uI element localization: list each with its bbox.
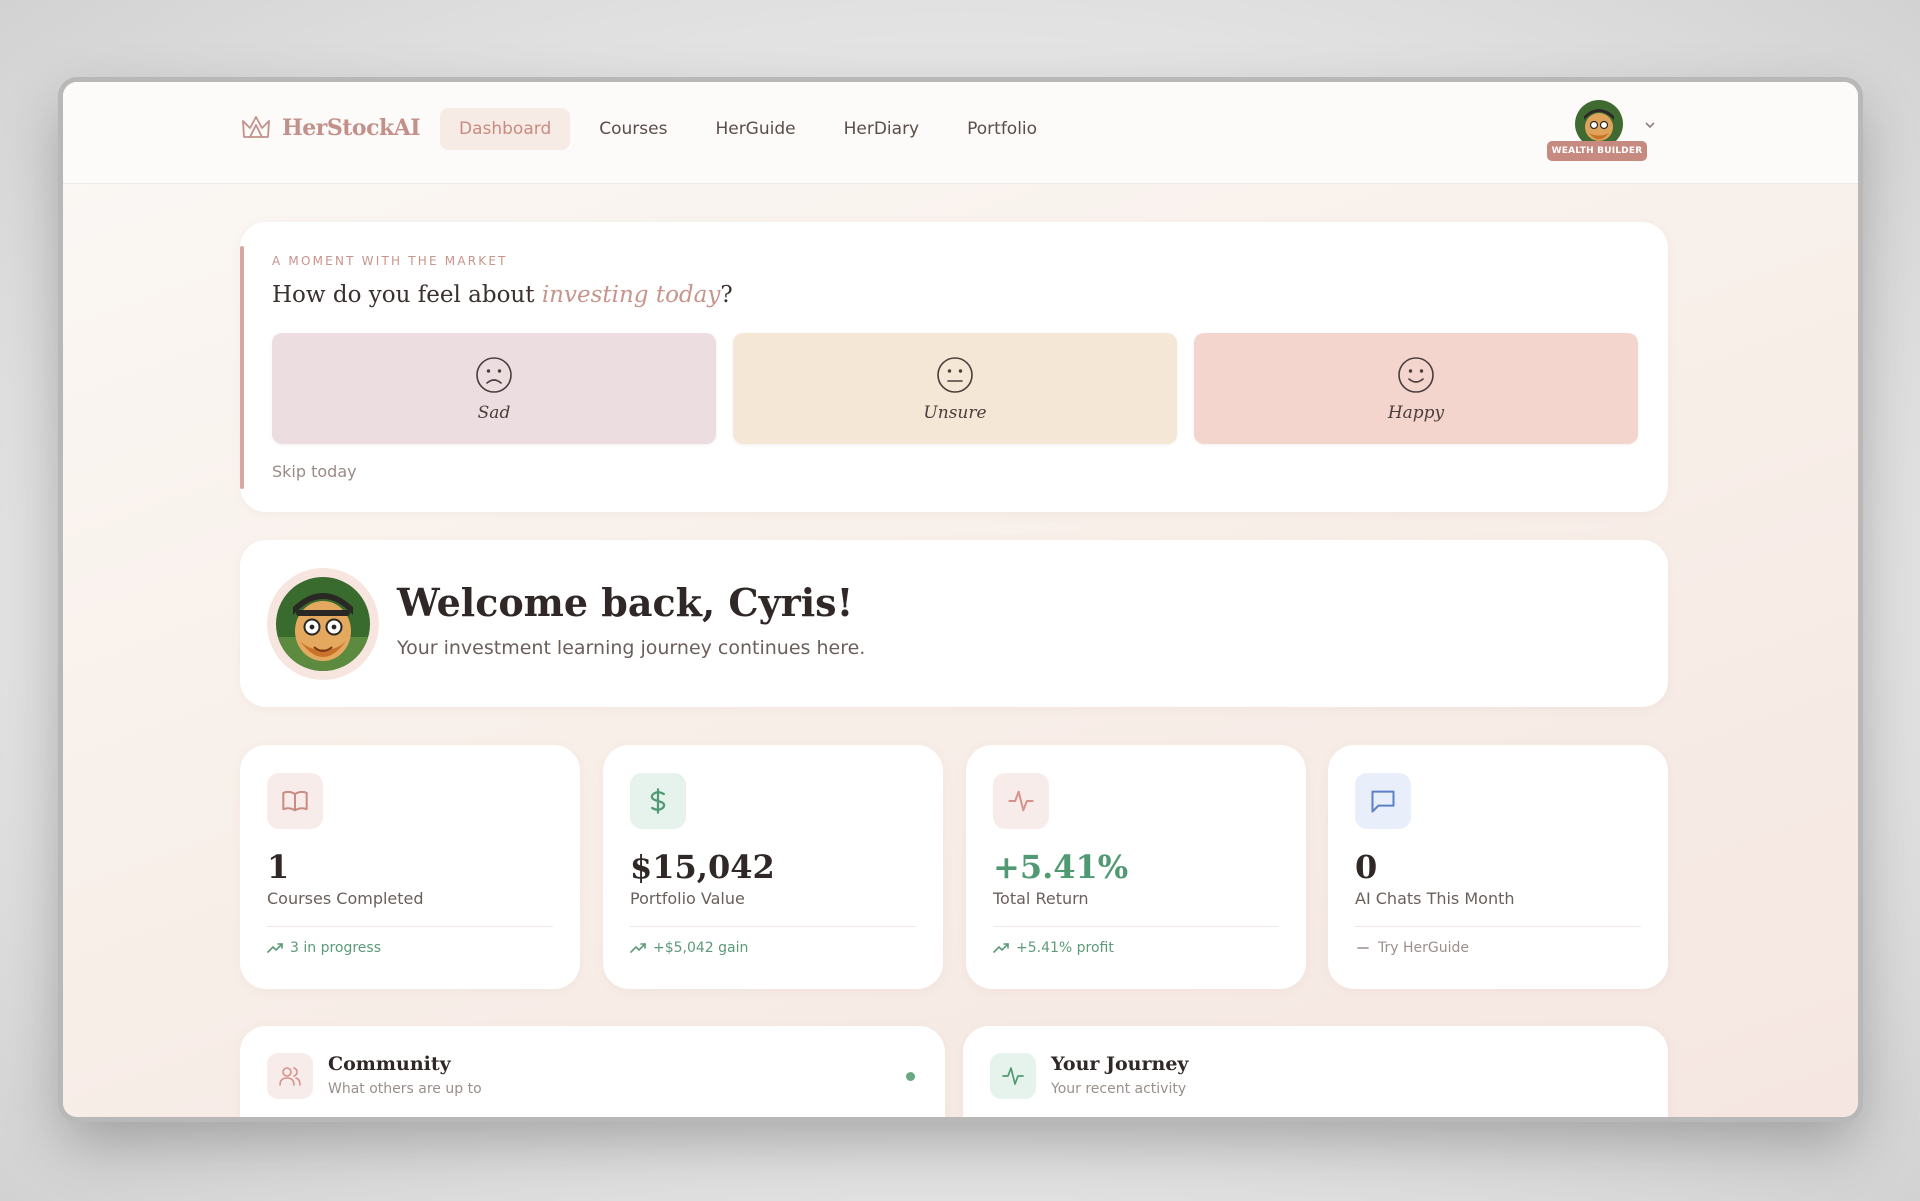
welcome-subtitle: Your investment learning journey continu…: [397, 637, 866, 659]
profile-menu[interactable]: WEALTH BUILDER: [1547, 100, 1667, 170]
panel-title: Community: [328, 1053, 451, 1075]
mood-question: How do you feel about investing today?: [272, 282, 733, 308]
mood-accent-bar: [240, 246, 244, 489]
welcome-card: Welcome back, Cyris! Your investment lea…: [240, 540, 1668, 707]
stat-label: Portfolio Value: [630, 889, 745, 908]
trending-up-icon: [630, 943, 646, 953]
nav-herdiary[interactable]: HerDiary: [825, 108, 939, 150]
question-prefix: How do you feel about: [272, 282, 542, 308]
stat-label: Courses Completed: [267, 889, 424, 908]
panel-subtitle: What others are up to: [328, 1081, 482, 1097]
activity-icon: [1002, 1067, 1024, 1085]
mood-sad-button[interactable]: Sad: [272, 333, 716, 444]
welcome-avatar: [276, 577, 370, 671]
mood-eyebrow: A MOMENT WITH THE MARKET: [272, 254, 508, 268]
sad-face-icon: [476, 356, 512, 393]
welcome-avatar-ring: [267, 568, 379, 680]
top-navbar: HerStockAI Dashboard Courses HerGuide He…: [63, 82, 1858, 184]
stat-footer: Try HerGuide: [1355, 940, 1469, 956]
users-icon: [279, 1067, 301, 1086]
stat-value: +5.41%: [993, 848, 1129, 886]
mood-check-card: A MOMENT WITH THE MARKET How do you feel…: [240, 222, 1668, 512]
brand-logo[interactable]: HerStockAI: [240, 112, 421, 144]
trending-up-icon: [993, 943, 1009, 953]
stat-divider: [630, 926, 916, 927]
stat-footer: +$5,042 gain: [630, 940, 748, 956]
stat-footer-text: 3 in progress: [290, 940, 382, 956]
stat-divider: [993, 926, 1279, 927]
nav-courses[interactable]: Courses: [580, 108, 686, 150]
panel-subtitle: Your recent activity: [1051, 1081, 1187, 1097]
minus-icon: [1357, 947, 1369, 949]
live-status-dot: [906, 1072, 915, 1081]
stat-card-ai-chats[interactable]: 0 AI Chats This Month Try HerGuide: [1328, 745, 1668, 989]
neutral-face-icon: [937, 356, 973, 393]
journey-panel: Your Journey Your recent activity: [963, 1026, 1668, 1117]
stat-card-portfolio[interactable]: $15,042 Portfolio Value +$5,042 gain: [603, 745, 943, 989]
stat-label: Total Return: [993, 889, 1089, 908]
crown-icon: [242, 116, 270, 138]
question-suffix: ?: [720, 282, 733, 308]
nav-dashboard[interactable]: Dashboard: [440, 108, 571, 150]
panel-icon-box: [267, 1053, 313, 1099]
skip-today-link[interactable]: Skip today: [272, 462, 357, 481]
chevron-down-icon[interactable]: [1643, 118, 1657, 132]
brand-name: HerStockAI: [282, 115, 421, 141]
community-panel: Community What others are up to: [240, 1026, 945, 1117]
stat-card-courses[interactable]: 1 Courses Completed 3 in progress: [240, 745, 580, 989]
main-nav: Dashboard Courses HerGuide HerDiary Port…: [440, 108, 1056, 150]
nav-portfolio[interactable]: Portfolio: [948, 108, 1056, 150]
stat-icon-box: [993, 773, 1049, 829]
stat-footer: +5.41% profit: [993, 940, 1114, 956]
dollar-icon: [650, 788, 666, 814]
stat-footer: 3 in progress: [267, 940, 381, 956]
panel-icon-box: [990, 1053, 1036, 1099]
stat-footer-text: +5.41% profit: [1016, 940, 1114, 956]
mood-unsure-label: Unsure: [923, 402, 987, 423]
app-window: HerStockAI Dashboard Courses HerGuide He…: [63, 82, 1858, 1117]
stat-footer-link[interactable]: Try HerGuide: [1378, 940, 1469, 956]
trending-up-icon: [267, 943, 283, 953]
stat-value: $15,042: [630, 848, 775, 886]
welcome-title: Welcome back, Cyris!: [397, 580, 854, 625]
happy-face-icon: [1398, 356, 1434, 393]
mood-unsure-button[interactable]: Unsure: [733, 333, 1177, 444]
membership-badge: WEALTH BUILDER: [1547, 141, 1647, 161]
stat-card-return[interactable]: +5.41% Total Return +5.41% profit: [966, 745, 1306, 989]
mood-sad-label: Sad: [477, 402, 511, 423]
question-emphasis: investing today: [541, 282, 721, 308]
stat-label: AI Chats This Month: [1355, 889, 1515, 908]
mood-options: Sad Unsure Happy: [272, 333, 1638, 444]
book-icon: [282, 790, 308, 812]
stat-icon-box: [1355, 773, 1411, 829]
activity-icon: [1008, 790, 1034, 812]
stat-divider: [267, 926, 553, 927]
stat-value: 1: [267, 848, 290, 886]
stat-icon-box: [267, 773, 323, 829]
panel-title: Your Journey: [1051, 1053, 1189, 1075]
stat-icon-box: [630, 773, 686, 829]
stat-divider: [1355, 926, 1641, 927]
mood-happy-button[interactable]: Happy: [1194, 333, 1638, 444]
chat-icon: [1371, 790, 1395, 813]
mood-happy-label: Happy: [1387, 402, 1445, 423]
stat-value: 0: [1355, 848, 1378, 886]
stat-footer-text: +$5,042 gain: [653, 940, 749, 956]
nav-herguide[interactable]: HerGuide: [696, 108, 814, 150]
